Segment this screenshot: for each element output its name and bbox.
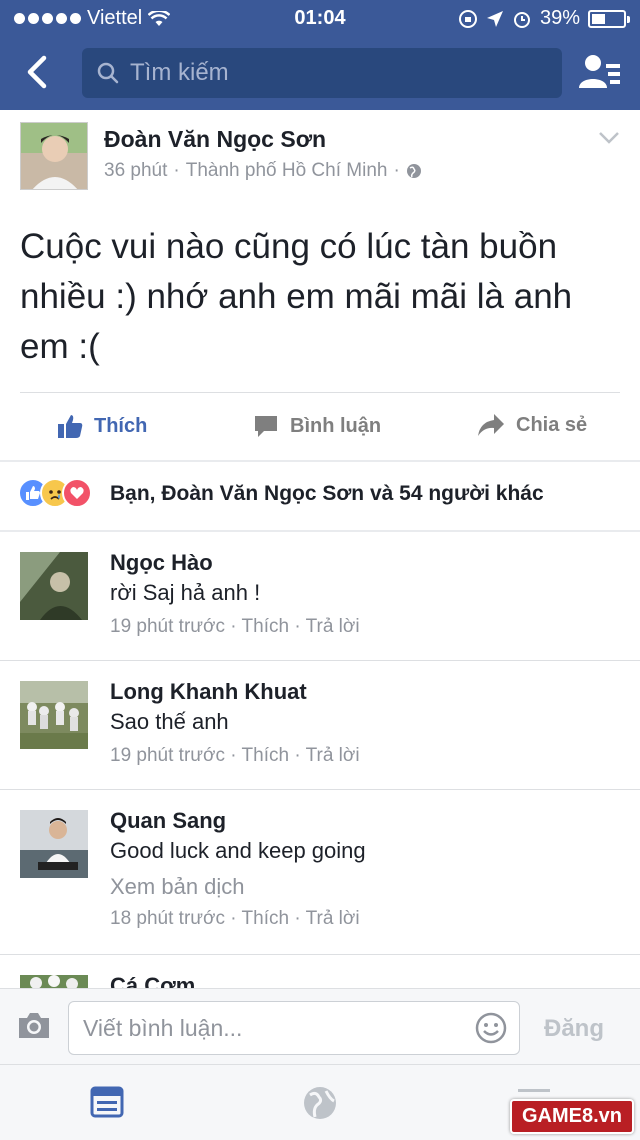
comment-reply-link[interactable]: Trả lời bbox=[306, 616, 360, 637]
post-text: Cuộc vui nào cũng có lúc tàn buồn nhiều … bbox=[20, 227, 573, 366]
commenter-avatar[interactable] bbox=[20, 552, 88, 620]
comment-like-link[interactable]: Thích bbox=[242, 745, 290, 766]
comment-reply-link[interactable]: Trả lời bbox=[306, 908, 360, 929]
comment-meta: 19 phút trước · Thích · Trả lời bbox=[110, 616, 360, 637]
alarm-icon bbox=[513, 11, 530, 28]
notifications-globe-tab-icon[interactable] bbox=[302, 1085, 338, 1121]
comment-time[interactable]: 19 phút trước bbox=[110, 616, 225, 637]
search-input[interactable]: Tìm kiếm bbox=[82, 48, 562, 98]
love-reaction-icon bbox=[62, 478, 92, 508]
divider bbox=[0, 460, 640, 462]
commenter-avatar-image bbox=[20, 975, 88, 988]
camera-icon[interactable] bbox=[16, 1011, 52, 1041]
divider bbox=[20, 392, 620, 393]
commenter-avatar[interactable] bbox=[20, 975, 88, 988]
share-label: Chia sẻ bbox=[516, 413, 588, 436]
battery-percent: 39% bbox=[539, 7, 580, 29]
meta-separator: · bbox=[173, 160, 180, 181]
friends-list-icon bbox=[579, 55, 620, 88]
status-right: 39% bbox=[458, 7, 630, 30]
commenter-avatar-image bbox=[20, 552, 88, 620]
news-feed-tab-icon[interactable] bbox=[90, 1085, 124, 1119]
bottom-tab-bar: GAME8.vn bbox=[0, 1064, 640, 1140]
comment-item: Long Khanh Khuat Sao thế anh 19 phút trư… bbox=[0, 661, 640, 789]
chevron-left-icon bbox=[27, 55, 47, 89]
rotation-lock-icon bbox=[458, 9, 477, 28]
post-actions: Thích Bình luận Chia sẻ bbox=[0, 398, 640, 456]
post-comment-button[interactable]: Đăng bbox=[544, 1015, 604, 1043]
comment-meta: 19 phút trước · Thích · Trả lời bbox=[110, 745, 360, 766]
comment-label: Bình luận bbox=[290, 414, 382, 437]
commenter-avatar-image bbox=[20, 810, 88, 878]
author-avatar[interactable] bbox=[20, 122, 88, 190]
comment-composer: Viết bình luận... Đăng bbox=[0, 988, 640, 1064]
friends-button[interactable] bbox=[578, 52, 622, 92]
comment-text: rời Saj hả anh ! bbox=[110, 580, 261, 605]
comment-input-placeholder: Viết bình luận... bbox=[83, 1015, 243, 1041]
commenter-avatar[interactable] bbox=[20, 681, 88, 749]
comment-icon bbox=[255, 416, 277, 437]
comment-item: Quan Sang Good luck and keep going Xem b… bbox=[0, 790, 640, 954]
see-translation-link[interactable]: Xem bản dịch bbox=[110, 874, 245, 900]
top-bar: Viettel 01:04 39% Tìm kiếm bbox=[0, 0, 640, 110]
comment-input[interactable]: Viết bình luận... bbox=[68, 1001, 520, 1055]
reaction-icons[interactable] bbox=[18, 478, 92, 508]
like-label: Thích bbox=[94, 414, 148, 437]
comment-time[interactable]: 18 phút trước bbox=[110, 908, 225, 929]
post-time[interactable]: 36 phút bbox=[104, 160, 167, 182]
post-author-name[interactable]: Đoàn Văn Ngọc Sơn bbox=[104, 126, 326, 153]
globe-icon bbox=[406, 164, 421, 178]
commenter-name[interactable]: Ngọc Hào bbox=[110, 550, 213, 576]
meta-separator: · bbox=[393, 160, 400, 181]
comment-item: Ngọc Hào rời Saj hả anh ! 19 phút trước … bbox=[0, 532, 640, 660]
nav-row: Tìm kiếm bbox=[0, 44, 640, 102]
search-placeholder: Tìm kiếm bbox=[130, 59, 229, 86]
comment-reply-link[interactable]: Trả lời bbox=[306, 745, 360, 766]
comment-like-link[interactable]: Thích bbox=[242, 908, 290, 929]
comment-text: Sao thế anh bbox=[110, 709, 229, 734]
watermark-logo: GAME8.vn bbox=[509, 1099, 634, 1134]
like-button[interactable]: Thích bbox=[56, 412, 147, 440]
comment-item: Cá Cơm bbox=[0, 955, 640, 988]
reactions-summary[interactable]: Bạn, Đoàn Văn Ngọc Sơn và 54 người khác bbox=[110, 482, 544, 506]
commenter-name[interactable]: Cá Cơm bbox=[110, 973, 195, 988]
post-options-chevron-icon[interactable] bbox=[598, 130, 620, 146]
post-meta: 36 phút · Thành phố Hồ Chí Minh · bbox=[104, 160, 422, 182]
status-bar: Viettel 01:04 39% bbox=[0, 0, 640, 38]
emoji-icon[interactable] bbox=[475, 1012, 507, 1044]
author-avatar-image bbox=[21, 123, 87, 189]
commenter-name[interactable]: Quan Sang bbox=[110, 808, 226, 834]
commenter-avatar-image bbox=[20, 681, 88, 749]
share-button[interactable]: Chia sẻ bbox=[476, 412, 587, 438]
back-button[interactable] bbox=[18, 52, 58, 92]
commenter-name[interactable]: Long Khanh Khuat bbox=[110, 679, 307, 705]
battery-icon bbox=[588, 9, 630, 28]
location-arrow-icon bbox=[486, 10, 503, 27]
comment-time[interactable]: 19 phút trước bbox=[110, 745, 225, 766]
post-location[interactable]: Thành phố Hồ Chí Minh bbox=[186, 160, 388, 182]
comment-meta: 18 phút trước · Thích · Trả lời bbox=[110, 908, 360, 929]
share-arrow-icon bbox=[478, 414, 504, 436]
comment-like-link[interactable]: Thích bbox=[242, 616, 290, 637]
comment-button[interactable]: Bình luận bbox=[252, 412, 381, 440]
search-icon bbox=[97, 62, 119, 84]
comment-text: Good luck and keep going bbox=[110, 838, 366, 863]
thumbs-up-icon bbox=[58, 415, 83, 438]
commenter-avatar[interactable] bbox=[20, 810, 88, 878]
